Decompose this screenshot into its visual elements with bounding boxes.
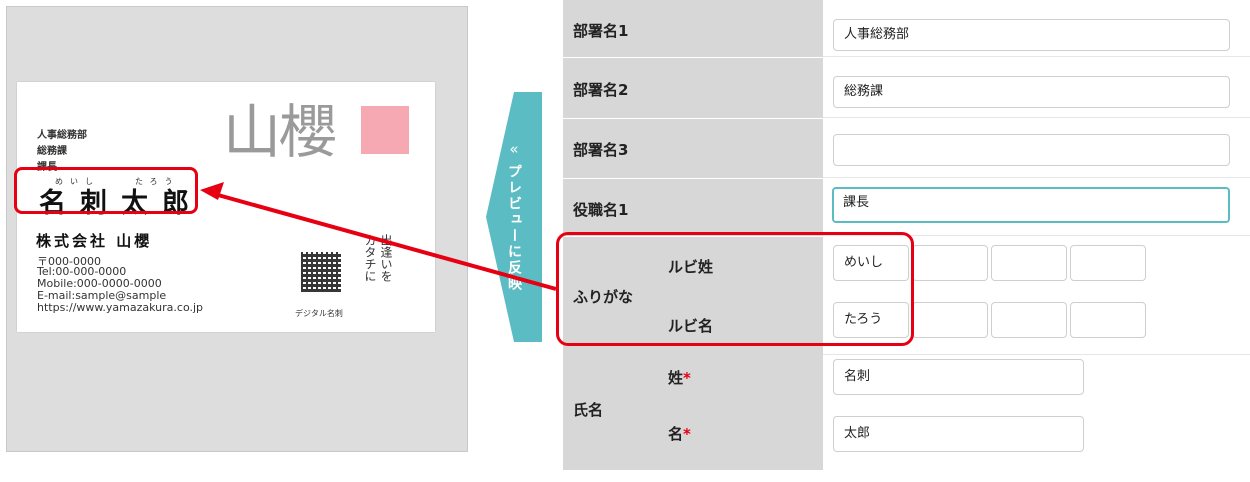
preview-apply-tab[interactable]: « プレビューに反映 <box>486 92 542 342</box>
dept1-label: 部署名1 <box>573 22 629 40</box>
family-name-input[interactable]: 名刺 <box>833 359 1084 395</box>
ruby-family-input-4[interactable] <box>1070 245 1146 281</box>
card-vertical-copy-2: カタチに <box>363 234 377 282</box>
ruby-given-input-2[interactable] <box>912 302 988 338</box>
card-logo-text: 山櫻 <box>223 98 337 166</box>
card-qr-label: デジタル名刺 <box>295 309 343 318</box>
form-row-dept3: 部署名3 <box>563 119 1250 179</box>
form-row-dept2: 部署名2 総務課 <box>563 58 1250 119</box>
required-mark: * <box>683 425 691 443</box>
card-dept2: 総務課 <box>37 146 67 157</box>
preview-tab-label: プレビューに反映 <box>506 164 522 292</box>
dept2-input[interactable]: 総務課 <box>833 76 1230 108</box>
card-url: https://www.yamazakura.co.jp <box>37 301 204 314</box>
ruby-family-input-2[interactable] <box>912 245 988 281</box>
name-highlight-box <box>14 167 198 214</box>
form-row-title1: 役職名1 課長 <box>563 179 1250 237</box>
double-chevron-left-icon: « <box>509 140 519 158</box>
given-name-input[interactable]: 太郎 <box>833 416 1084 452</box>
card-dept1: 人事総務部 <box>37 130 87 141</box>
fullname-label: 氏名 <box>573 401 604 419</box>
ruby-given-input-4[interactable] <box>1070 302 1146 338</box>
title1-input[interactable]: 課長 <box>832 187 1230 223</box>
card-logo-square <box>361 106 409 154</box>
qr-code-icon <box>301 252 341 292</box>
dept2-label: 部署名2 <box>573 81 629 99</box>
card-preview-panel: 人事総務部 総務課 課長 山櫻 めいし たろう 名刺太郎 株式会社 山櫻 〒00… <box>6 6 468 452</box>
dept1-input[interactable]: 人事総務部 <box>833 19 1230 51</box>
card-company: 株式会社 山櫻 <box>36 232 153 250</box>
required-mark: * <box>683 369 691 387</box>
given-name-label: 名* <box>668 425 691 443</box>
card-vertical-copy-1: 出逢いを <box>379 234 393 282</box>
furigana-highlight-box <box>556 232 914 346</box>
family-name-label: 姓* <box>668 369 691 387</box>
dept3-input[interactable] <box>833 134 1230 166</box>
title1-label: 役職名1 <box>573 201 629 219</box>
form-row-fullname: 氏名 姓* 名* 名刺 太郎 <box>563 355 1250 470</box>
ruby-given-input-3[interactable] <box>991 302 1067 338</box>
dept3-label: 部署名3 <box>573 141 629 159</box>
form-row-dept1: 部署名1 人事総務部 <box>563 0 1250 58</box>
ruby-family-input-3[interactable] <box>991 245 1067 281</box>
